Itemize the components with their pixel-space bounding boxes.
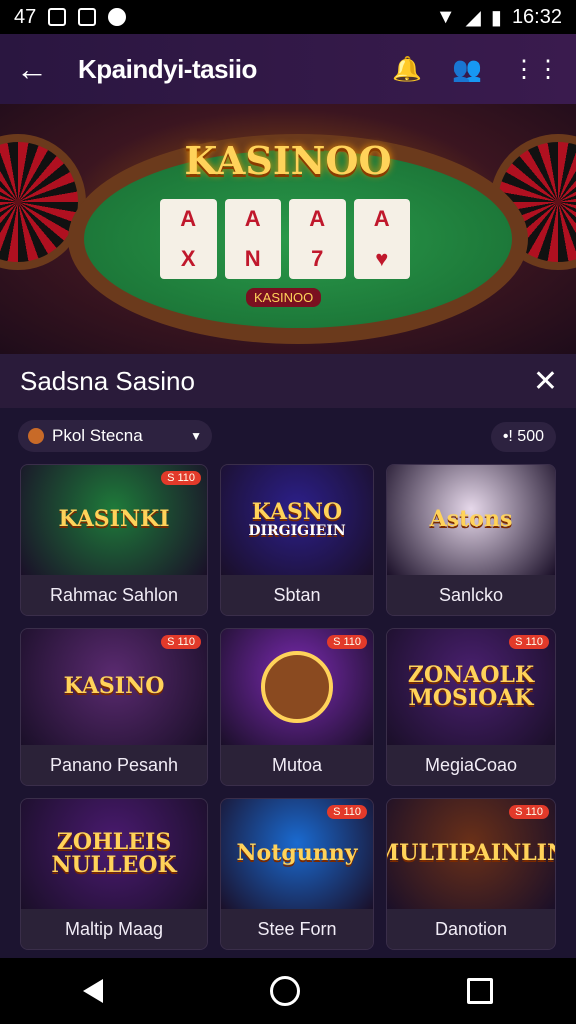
game-thumbnail: ZONAOLK MOSIOAK S 110	[387, 629, 555, 745]
grid-menu-icon[interactable]: ⋮⋮	[512, 55, 560, 84]
app-bar: ← Kpaindyi-tasiio 🔔 👥 ⋮⋮	[0, 34, 576, 104]
game-thumbnail-title: KASINO	[63, 673, 165, 700]
game-thumbnail: Astons	[387, 465, 555, 575]
game-thumbnail: KASINKI S 110	[21, 465, 207, 575]
game-card[interactable]: MULTIPAINLIN S 110 Danotion	[386, 798, 556, 950]
reel: AN	[224, 199, 281, 279]
hero-banner[interactable]: KASINOO AX AN A7 A ♥ KASINOO	[0, 104, 576, 354]
battery-icon: ▮	[490, 6, 502, 29]
bell-icon[interactable]: 🔔	[392, 55, 422, 84]
game-thumbnail-title: ZONAOLK MOSIOAK	[407, 661, 535, 711]
section-title: Sadsna Sasino	[20, 365, 195, 396]
hero-sub-banner: KASINOO	[246, 288, 322, 307]
game-tag-badge: S 110	[161, 635, 201, 649]
reel: AX	[160, 199, 217, 279]
filter-icon	[28, 428, 44, 444]
filter-select-value: Pkol Stecna	[52, 426, 143, 445]
game-thumbnail: ZOHLEIS NULLEOK	[21, 799, 207, 909]
game-card[interactable]: ZONAOLK MOSIOAK S 110 MegiaCoao	[386, 628, 556, 786]
game-thumbnail-title: ZOHLEIS NULLEOK	[51, 828, 177, 878]
app-title: Kpaindyi-tasiio	[78, 53, 257, 84]
game-card-label: MegiaCoao	[387, 745, 555, 785]
game-thumbnail-title: KASNO DIRGIGIEIN	[248, 499, 346, 540]
game-thumbnail: Notgunny S 110	[221, 799, 373, 909]
reel: A7	[289, 199, 346, 279]
game-character-icon	[261, 651, 333, 723]
game-card-label: Stee Forn	[221, 909, 373, 949]
hero-logo: KASINOO	[184, 138, 392, 183]
game-thumbnail-title: KASINKI	[58, 506, 170, 533]
chevron-down-icon: ▼	[190, 429, 202, 443]
game-grid: KASINKI S 110 Rahmac Sahlon KASNO DIRGIGIEIN…	[20, 464, 556, 950]
game-card[interactable]: KASINKI S 110 Rahmac Sahlon	[20, 464, 208, 616]
system-nav-bar	[0, 958, 576, 1024]
game-thumbnail: S 110	[221, 629, 373, 745]
section-header: Sadsna Sasino ✕	[0, 354, 576, 408]
game-tag-badge: S 110	[327, 805, 367, 819]
back-arrow-icon[interactable]: ←	[16, 51, 56, 88]
shield-icon	[108, 8, 127, 26]
game-card[interactable]: KASINO S 110 Panano Pesanh	[20, 628, 208, 786]
wifi-icon: ▼	[435, 5, 456, 28]
game-thumbnail-title: Astons	[429, 506, 513, 533]
sim-icon	[48, 8, 67, 26]
game-card-label: Danotion	[387, 909, 555, 949]
game-card-label: Maltip Maag	[21, 909, 207, 949]
notification-icon	[78, 8, 97, 26]
game-card-label: Panano Pesanh	[21, 745, 207, 785]
slot-reels: AX AN A7 A ♥	[160, 199, 410, 279]
status-bar: 47 ▼ ◢ ▮ 16:32	[0, 0, 576, 34]
game-tag-badge: S 110	[509, 805, 549, 819]
game-card-label: Sanlcko	[387, 575, 555, 615]
filter-select[interactable]: Pkol Stecna ▼	[18, 420, 212, 452]
game-tag-badge: S 110	[161, 471, 201, 485]
home-circle-icon[interactable]	[269, 976, 300, 1006]
status-time: 16:32	[511, 5, 562, 28]
game-tag-badge: S 110	[509, 635, 549, 649]
game-card[interactable]: KASNO DIRGIGIEIN Sbtan	[220, 464, 374, 616]
game-card[interactable]: ZOHLEIS NULLEOK Maltip Maag	[20, 798, 208, 950]
game-thumbnail: MULTIPAINLIN S 110	[387, 799, 555, 909]
game-thumbnail-subtitle: DIRGIGIEIN	[248, 523, 346, 540]
close-icon[interactable]: ✕	[533, 364, 558, 399]
balance-pill[interactable]: •! 500	[490, 422, 556, 452]
game-card[interactable]: Astons Sanlcko	[386, 464, 556, 616]
game-card-label: Sbtan	[221, 575, 373, 615]
reel: A ♥	[353, 199, 410, 279]
game-card[interactable]: Notgunny S 110 Stee Forn	[220, 798, 374, 950]
status-left-text: 47	[14, 5, 37, 28]
recent-square-icon[interactable]	[466, 978, 493, 1004]
game-thumbnail-title: Notgunny	[236, 840, 358, 867]
game-thumbnail: KASINO S 110	[21, 629, 207, 745]
signal-icon: ◢	[465, 6, 481, 29]
game-card-label: Mutoa	[221, 745, 373, 785]
game-card[interactable]: S 110 Mutoa	[220, 628, 374, 786]
back-triangle-icon[interactable]	[83, 979, 104, 1003]
game-card-label: Rahmac Sahlon	[21, 575, 207, 615]
game-thumbnail-title: MULTIPAINLIN	[387, 840, 555, 867]
game-thumbnail: KASNO DIRGIGIEIN	[221, 465, 373, 575]
game-tag-badge: S 110	[327, 635, 367, 649]
users-icon[interactable]: 👥	[452, 55, 482, 84]
filter-row: Pkol Stecna ▼ •! 500	[0, 420, 576, 454]
